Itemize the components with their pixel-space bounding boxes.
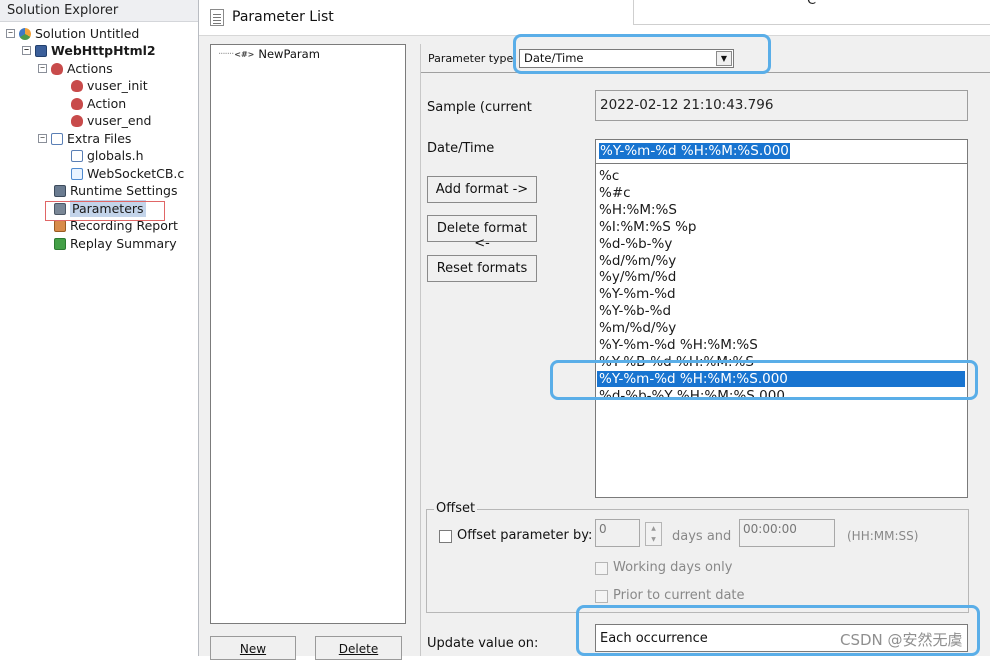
- action-icon: [71, 79, 83, 92]
- tree-item-vuser-init[interactable]: vuser_init: [71, 77, 148, 94]
- actions-icon: [51, 62, 63, 75]
- days-spinner[interactable]: ▲ ▼: [645, 522, 662, 546]
- window-title: Parameter List: [232, 9, 334, 25]
- offset-checkbox[interactable]: [439, 530, 452, 543]
- selected-format-highlight-box: [550, 360, 978, 400]
- tree-item-label: Actions: [67, 61, 113, 76]
- days-and-label: days and: [672, 529, 732, 544]
- tree-item-replay-summary[interactable]: Replay Summary: [54, 235, 177, 252]
- format-list-item[interactable]: %c: [599, 168, 619, 184]
- collapse-icon[interactable]: −: [6, 29, 15, 38]
- tree-item-label: globals.h: [87, 148, 144, 163]
- tree-item-globals-h[interactable]: globals.h: [71, 147, 144, 164]
- tree-item-label: WebSocketCB.c: [87, 166, 185, 181]
- format-list-item[interactable]: %Y-%m-%d: [599, 286, 676, 302]
- working-days-label: Working days only: [613, 560, 733, 575]
- offset-time-input[interactable]: 00:00:00: [739, 519, 835, 547]
- new-button-label: New: [239, 642, 267, 656]
- datetime-format-input[interactable]: %Y-%m-%d %H:%M:%S.000: [595, 139, 968, 164]
- tree-item-label: WebHttpHtml2: [51, 43, 156, 58]
- prior-date-label: Prior to current date: [613, 588, 745, 603]
- delete-parameter-button[interactable]: Delete: [315, 636, 402, 660]
- tree-item-label: Solution Untitled: [35, 26, 140, 41]
- parameter-tree[interactable]: ······· <#> NewParam: [210, 44, 406, 624]
- parameters-highlight-box: [45, 201, 165, 221]
- parameter-list-window: Parameter List C ······· <#> NewParam Ne…: [198, 0, 990, 660]
- tree-item-actions[interactable]: − Actions: [38, 60, 113, 77]
- tree-item-project[interactable]: − WebHttpHtml2: [22, 42, 156, 59]
- file-icon: [71, 149, 83, 162]
- datetime-label: Date/Time: [427, 141, 495, 156]
- tree-connector: ·······: [218, 48, 234, 60]
- format-list-item[interactable]: %d-%b-%y: [599, 236, 672, 252]
- sample-label: Sample (current: [427, 100, 532, 115]
- time-format-hint: (HH:MM:SS): [847, 529, 919, 543]
- project-icon: [35, 44, 47, 57]
- update-value-label: Update value on:: [427, 636, 539, 651]
- format-list-item[interactable]: %Y-%b-%d: [599, 303, 671, 319]
- new-parameter-button[interactable]: New: [210, 636, 296, 660]
- parameter-type-highlight-box: [513, 34, 771, 74]
- runtime-settings-icon: [54, 184, 66, 197]
- tree-item-newparam[interactable]: ······· <#> NewParam: [218, 47, 320, 61]
- offset-checkbox-label: Offset parameter by:: [457, 528, 593, 543]
- reset-formats-button[interactable]: Reset formats: [427, 255, 537, 282]
- format-input-value: %Y-%m-%d %H:%M:%S.000: [599, 143, 790, 159]
- sample-value-field: 2022-02-12 21:10:43.796: [595, 90, 968, 121]
- tree-item-label: Action: [87, 96, 127, 111]
- tree-item-websocketcb[interactable]: WebSocketCB.c: [71, 165, 184, 182]
- format-list-item[interactable]: %Y-%m-%d %H:%M:%S: [599, 337, 758, 353]
- parameter-tag-icon: <#>: [234, 49, 255, 59]
- parameter-list-icon: [210, 9, 224, 26]
- parameter-type-label: Parameter type:: [428, 52, 518, 65]
- solution-explorer-panel: Solution Explorer − Solution Untitled − …: [0, 0, 198, 656]
- add-format-button[interactable]: Add format ->: [427, 176, 537, 203]
- watermark: CSDN @安然无虞: [840, 631, 963, 649]
- tree-item-label: vuser_init: [87, 78, 148, 93]
- solution-explorer-title: Solution Explorer: [0, 0, 198, 22]
- overlay-popup: C: [633, 0, 990, 25]
- tree-item-label: NewParam: [258, 47, 320, 61]
- tree-item-label: vuser_end: [87, 113, 152, 128]
- tree-item-extra-files[interactable]: − Extra Files: [38, 130, 131, 147]
- tree-item-label: Runtime Settings: [70, 183, 178, 198]
- window-titlebar: Parameter List C: [199, 0, 990, 36]
- parameter-properties: Parameter type: Date/Time ▼ Sample (curr…: [420, 44, 990, 656]
- popup-text: C: [807, 0, 817, 8]
- tree-item-solution[interactable]: − Solution Untitled: [6, 25, 139, 42]
- tree-item-runtime-settings[interactable]: Runtime Settings: [54, 182, 177, 199]
- tree-item-action[interactable]: Action: [71, 95, 126, 112]
- solution-icon: [19, 27, 31, 40]
- format-list-item[interactable]: %H:%M:%S: [599, 202, 677, 218]
- collapse-icon[interactable]: −: [22, 46, 31, 55]
- offset-days-input[interactable]: 0: [595, 519, 640, 547]
- working-days-checkbox[interactable]: [595, 562, 608, 575]
- format-list-item[interactable]: %#c: [599, 185, 631, 201]
- tree-item-label: Extra Files: [67, 131, 132, 146]
- datetime-format-list[interactable]: %c %#c %H:%M:%S %I:%M:%S %p %d-%b-%y %d/%m/%y…: [595, 164, 968, 498]
- action-icon: [71, 97, 83, 110]
- prior-date-checkbox[interactable]: [595, 590, 608, 603]
- action-icon: [71, 114, 83, 127]
- collapse-icon[interactable]: −: [38, 134, 47, 143]
- offset-group: Offset Offset parameter by: 0 ▲ ▼ days an…: [426, 501, 969, 613]
- summary-icon: [54, 237, 66, 250]
- format-list-item[interactable]: %I:%M:%S %p: [599, 219, 696, 235]
- report-icon: [54, 219, 66, 232]
- files-icon: [51, 132, 63, 145]
- collapse-icon[interactable]: −: [38, 64, 47, 73]
- tree-item-vuser-end[interactable]: vuser_end: [71, 112, 151, 129]
- tree-item-label: Replay Summary: [70, 236, 177, 251]
- offset-group-title: Offset: [434, 501, 478, 516]
- format-list-item[interactable]: %m/%d/%y: [599, 320, 676, 336]
- file-icon: [71, 167, 83, 180]
- delete-format-button[interactable]: Delete format <-: [427, 215, 537, 251]
- format-list-item[interactable]: %y/%m/%d: [599, 269, 676, 285]
- format-list-item[interactable]: %d/%m/%y: [599, 253, 676, 269]
- delete-button-label: Delete: [338, 642, 379, 656]
